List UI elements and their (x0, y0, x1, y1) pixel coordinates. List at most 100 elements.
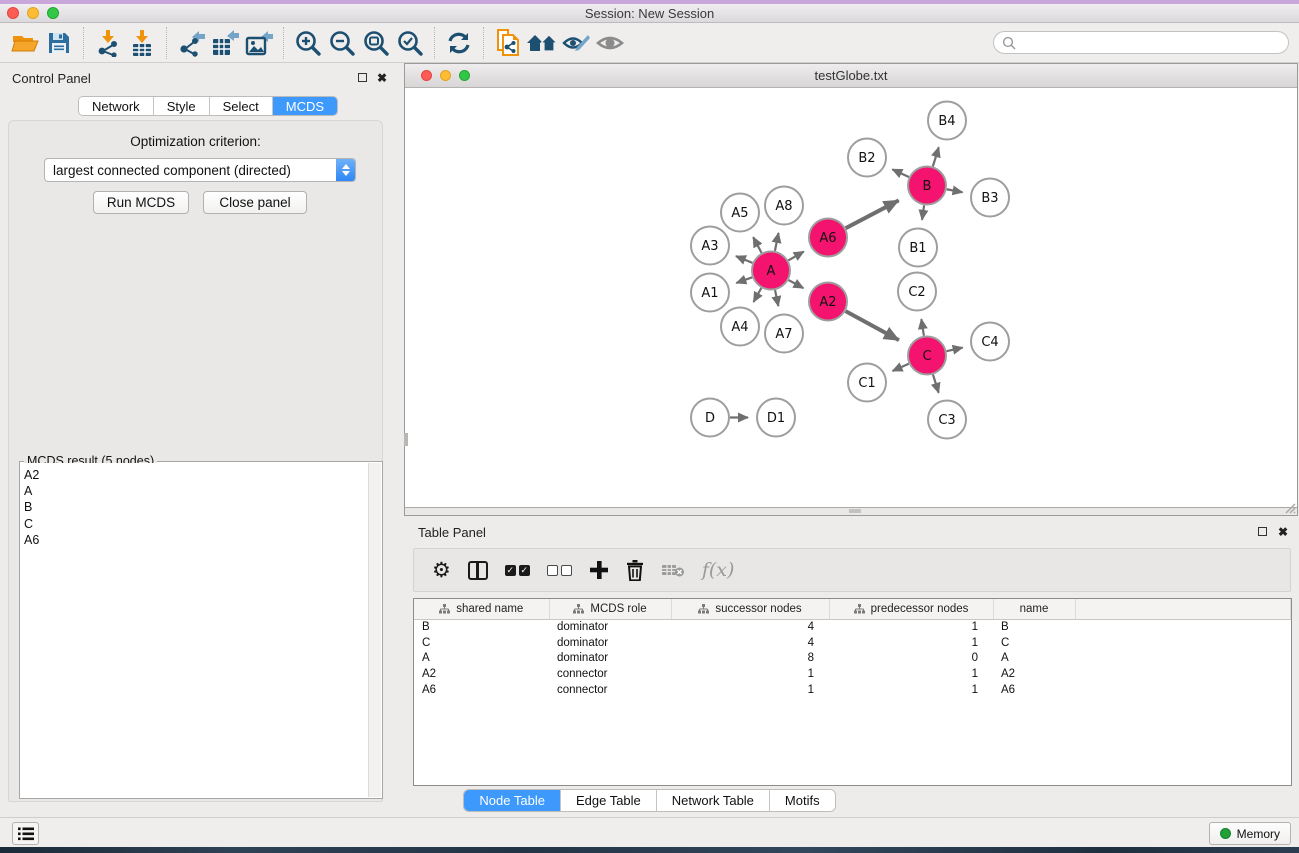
table-cell[interactable]: 1 (829, 619, 993, 635)
run-mcds-button[interactable]: Run MCDS (93, 191, 189, 214)
column-header-successor-nodes[interactable]: successor nodes (671, 599, 829, 619)
network-hscroll-mark[interactable] (849, 509, 861, 513)
graph-edge-C-C2[interactable] (921, 319, 924, 336)
control-panel-float-icon[interactable] (358, 71, 367, 85)
delete-table-button[interactable] (661, 555, 685, 585)
table-row[interactable]: A2connector11A2 (414, 666, 1291, 682)
tab-style[interactable]: Style (154, 97, 210, 115)
column-header-name[interactable]: name (993, 599, 1075, 619)
select-all-button[interactable]: ✓✓ (505, 555, 530, 585)
control-panel-close-icon[interactable]: ✖ (377, 71, 387, 85)
table-row[interactable]: A6connector11A6 (414, 682, 1291, 698)
maximize-window-button[interactable] (47, 7, 59, 19)
graph-edge-A2-C[interactable] (846, 311, 899, 340)
show-graphics-button[interactable] (593, 26, 627, 60)
table-cell[interactable]: A6 (993, 682, 1075, 698)
network-vscroll-mark[interactable] (404, 433, 408, 446)
duplicate-network-button[interactable] (491, 26, 525, 60)
graph-edge-A-A6[interactable] (788, 252, 803, 261)
graph-edge-A-A3[interactable] (736, 256, 753, 263)
graph-edge-A-A8[interactable] (775, 233, 779, 251)
hide-details-button[interactable] (559, 26, 593, 60)
table-cell[interactable]: 1 (829, 682, 993, 698)
tab-network-table[interactable]: Network Table (657, 790, 770, 811)
table-panel-float-icon[interactable] (1258, 525, 1267, 539)
zoom-selected-button[interactable] (393, 26, 427, 60)
task-history-button[interactable] (12, 822, 39, 845)
tab-network[interactable]: Network (79, 97, 154, 115)
toolbar-search[interactable] (993, 31, 1289, 54)
graph-edge-C-C4[interactable] (947, 348, 963, 352)
table-row[interactable]: Adominator80A (414, 651, 1291, 667)
refresh-button[interactable] (442, 26, 476, 60)
tab-motifs[interactable]: Motifs (770, 790, 835, 811)
mcds-result-item[interactable]: B (24, 499, 368, 515)
graph-edge-C-C3[interactable] (933, 375, 939, 393)
criterion-dropdown[interactable]: largest connected component (directed) (44, 158, 356, 182)
table-cell[interactable]: 4 (671, 619, 829, 635)
table-cell[interactable]: connector (549, 666, 671, 682)
table-row[interactable]: Cdominator41C (414, 635, 1291, 651)
graph-edge-A-A4[interactable] (754, 288, 762, 302)
table-cell[interactable]: 8 (671, 651, 829, 667)
import-table-button[interactable] (125, 26, 159, 60)
table-cell[interactable]: 1 (671, 682, 829, 698)
table-cell[interactable]: A6 (414, 682, 549, 698)
network-canvas[interactable]: B4B2BB3A5A8A6B1A3AC2A1A2A4A7C4CC1C3DD1 (405, 88, 1297, 508)
resize-grip-icon[interactable] (1282, 500, 1296, 514)
network-minimize-button[interactable] (440, 70, 451, 81)
open-session-button[interactable] (8, 26, 42, 60)
home-view-button[interactable] (525, 26, 559, 60)
deselect-all-button[interactable] (547, 555, 572, 585)
table-cell[interactable]: dominator (549, 635, 671, 651)
table-panel-close-icon[interactable]: ✖ (1278, 525, 1288, 539)
delete-column-button[interactable] (626, 555, 644, 585)
close-window-button[interactable] (7, 7, 19, 19)
mcds-result-item[interactable]: A6 (24, 532, 368, 548)
tab-node-table[interactable]: Node Table (464, 790, 561, 811)
graph-edge-A-A5[interactable] (753, 237, 761, 253)
network-window-titlebar[interactable]: testGlobe.txt (405, 64, 1297, 88)
minimize-window-button[interactable] (27, 7, 39, 19)
column-selector-button[interactable] (468, 555, 488, 585)
table-cell[interactable]: dominator (549, 651, 671, 667)
network-maximize-button[interactable] (459, 70, 470, 81)
table-cell[interactable]: A (993, 651, 1075, 667)
zoom-fit-button[interactable] (359, 26, 393, 60)
graph-edge-B-B1[interactable] (922, 205, 924, 219)
table-cell[interactable]: C (993, 635, 1075, 651)
column-header-shared-name[interactable]: shared name (414, 599, 549, 619)
zoom-in-button[interactable] (291, 26, 325, 60)
table-cell[interactable]: C (414, 635, 549, 651)
table-row[interactable]: Bdominator41B (414, 619, 1291, 635)
graph-edge-A-A7[interactable] (775, 290, 778, 306)
zoom-out-button[interactable] (325, 26, 359, 60)
network-graph[interactable]: B4B2BB3A5A8A6B1A3AC2A1A2A4A7C4CC1C3DD1 (405, 88, 1297, 508)
tab-mcds[interactable]: MCDS (273, 97, 337, 115)
table-cell[interactable]: 1 (829, 666, 993, 682)
mcds-result-item[interactable]: A (24, 483, 368, 499)
add-column-button[interactable] (589, 555, 609, 585)
export-table-button[interactable] (208, 26, 242, 60)
mcds-result-item[interactable]: C (24, 516, 368, 532)
mcds-result-item[interactable]: A2 (24, 467, 368, 483)
memory-button[interactable]: Memory (1209, 822, 1291, 845)
graph-edge-C-C1[interactable] (893, 364, 909, 371)
table-cell[interactable]: 1 (829, 635, 993, 651)
export-network-button[interactable] (174, 26, 208, 60)
table-cell[interactable]: B (993, 619, 1075, 635)
table-cell[interactable]: dominator (549, 619, 671, 635)
table-cell[interactable]: A2 (993, 666, 1075, 682)
column-header-predecessor-nodes[interactable]: predecessor nodes (829, 599, 993, 619)
table-cell[interactable]: A2 (414, 666, 549, 682)
close-panel-button[interactable]: Close panel (203, 191, 307, 214)
graph-edge-B-B3[interactable] (947, 189, 963, 192)
graph-edge-B-B4[interactable] (933, 147, 939, 166)
table-cell[interactable]: 1 (671, 666, 829, 682)
network-close-button[interactable] (421, 70, 432, 81)
graph-edge-B-B2[interactable] (892, 169, 909, 177)
tab-edge-table[interactable]: Edge Table (561, 790, 657, 811)
function-builder-button[interactable]: f(x) (702, 555, 735, 585)
mcds-result-scrollbar[interactable] (368, 463, 381, 797)
table-settings-button[interactable]: ⚙ (432, 555, 451, 585)
